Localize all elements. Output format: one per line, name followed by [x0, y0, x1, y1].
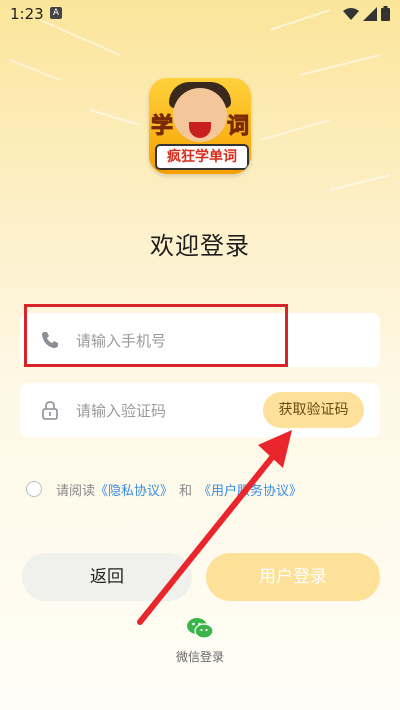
wechat-label: 微信登录	[175, 650, 224, 664]
status-time: 1:23	[10, 5, 44, 23]
lock-icon	[42, 401, 58, 420]
notification-icon: A	[50, 7, 62, 19]
wechat-login[interactable]: 微信登录	[172, 616, 228, 665]
highlight-annotation	[24, 304, 288, 367]
page-title: 欢迎登录	[150, 232, 250, 260]
wifi-icon	[343, 7, 359, 20]
logo-side-left: 学	[150, 114, 174, 140]
wechat-icon	[187, 618, 214, 639]
get-code-button[interactable]: 获取验证码	[263, 392, 364, 428]
privacy-link[interactable]: 《隐私协议》	[95, 480, 173, 499]
agreement-prefix: 请阅读	[56, 483, 96, 499]
code-input[interactable]: 请输入验证码	[76, 400, 166, 421]
battery-icon	[381, 6, 390, 21]
code-field[interactable]: 请输入验证码 获取验证码	[20, 383, 380, 437]
logo-banner: 疯狂学单词	[155, 144, 249, 170]
service-link[interactable]: 《用户服务协议》	[198, 480, 302, 499]
status-bar: 1:23 A	[0, 0, 400, 28]
logo-side-right: 词	[226, 114, 249, 140]
agreement-row: 请阅读 《隐私协议》 和 《用户服务协议》	[26, 480, 302, 499]
back-button[interactable]: 返回	[22, 553, 192, 601]
agreement-checkbox[interactable]	[26, 481, 42, 497]
app-logo: 学 词 疯狂学单词	[149, 78, 251, 174]
agreement-and: 和	[179, 483, 193, 499]
login-button[interactable]: 用户登录	[206, 553, 380, 601]
status-icons	[343, 6, 390, 21]
signal-icon	[363, 6, 377, 21]
